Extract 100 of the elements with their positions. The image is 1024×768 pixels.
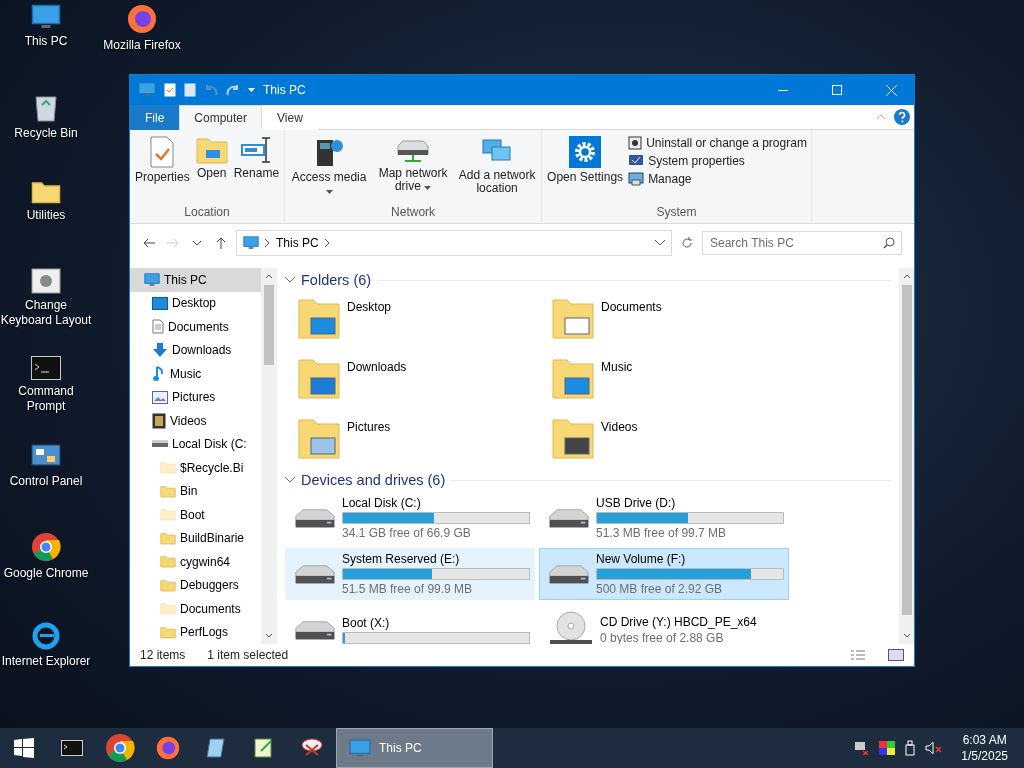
minimize-icon <box>778 89 788 91</box>
large-icons-view-icon[interactable] <box>888 649 904 661</box>
speaker-muted-icon[interactable] <box>925 741 944 755</box>
folder-tile[interactable]: Pictures <box>285 412 539 472</box>
ribbon-tab[interactable]: File <box>130 105 180 130</box>
undo-icon <box>204 84 218 96</box>
tree-item[interactable]: Documents <box>130 315 261 339</box>
tree-item[interactable]: Documents <box>130 597 261 621</box>
folder-icon <box>551 416 595 460</box>
drive-tile[interactable]: Boot (X:) <box>285 604 535 644</box>
tree-item[interactable]: Debuggers <box>130 573 261 597</box>
folder-tile[interactable]: Music <box>539 352 793 412</box>
close-icon <box>885 84 897 96</box>
folder-tile[interactable]: Videos <box>539 412 793 472</box>
drive-tile[interactable]: USB Drive (D:) 51.3 MB free of 99.7 MB <box>539 492 789 544</box>
chevron-icon <box>265 239 270 247</box>
collapse-icon[interactable] <box>285 277 295 283</box>
desktop-icon <box>152 296 168 310</box>
ribbon-button[interactable]: Rename <box>232 134 281 205</box>
maximize-icon <box>832 85 842 95</box>
drive-name: USB Drive (D:) <box>596 496 677 510</box>
clock[interactable]: 6:03 AM 1/5/2025 <box>953 732 1016 764</box>
computer-management-icon <box>628 172 645 186</box>
drive-name: New Volume (F:) <box>596 552 687 566</box>
taskbar-button[interactable]: This PC <box>336 728 493 768</box>
hard-drive-icon <box>294 618 336 642</box>
command-prompt-icon <box>61 740 83 756</box>
drive-name: Boot (X:) <box>342 616 391 630</box>
tree-item[interactable]: cygwin64 <box>130 550 261 574</box>
folder-tile[interactable]: Downloads <box>285 352 539 412</box>
collapse-icon[interactable] <box>285 477 295 483</box>
ribbon-button[interactable]: Access media <box>289 134 370 205</box>
hard-drive-icon <box>152 440 168 449</box>
ribbon-button[interactable]: System properties <box>628 154 807 168</box>
scrollbar[interactable] <box>899 268 914 644</box>
folder-icon <box>297 356 341 400</box>
tree-item[interactable]: Desktop <box>130 291 261 315</box>
tree-item[interactable]: This PC <box>130 268 261 292</box>
chevron-icon <box>324 239 330 247</box>
ribbon-button[interactable]: Manage <box>628 172 807 186</box>
scrollbar[interactable] <box>261 268 276 644</box>
picture-icon <box>152 390 168 404</box>
document-check-icon <box>148 136 177 168</box>
notepad-icon <box>205 737 227 759</box>
tree-item[interactable]: Local Disk (C: <box>130 432 261 456</box>
program-box-icon <box>628 136 643 150</box>
desktop-icon-label[interactable]: Control Panel <box>9 474 83 489</box>
ribbon-group-label: Location <box>183 205 231 221</box>
desktop-icon-label[interactable]: Utilities <box>26 208 66 223</box>
folder-icon <box>195 136 228 164</box>
desktop-icon-label[interactable]: This PC <box>24 33 68 49</box>
folder-tile[interactable]: Desktop <box>285 292 539 352</box>
new-folder-icon <box>184 83 196 97</box>
ribbon-button[interactable]: Properties <box>134 134 191 205</box>
firefox-icon <box>127 4 157 34</box>
desktop-icon-label[interactable]: Google Chrome <box>3 566 89 581</box>
scrollbar-thumb[interactable] <box>263 285 274 365</box>
drive-tile[interactable]: Local Disk (C:) 34.1 GB free of 66.9 GB <box>285 492 535 544</box>
desktop-icon-label[interactable]: Internet Explorer <box>1 654 91 669</box>
tree-item[interactable]: $Recycle.Bi <box>130 456 261 480</box>
ribbon-button[interactable]: Add a network location <box>457 134 538 205</box>
search-icon <box>883 237 895 249</box>
usb-icon[interactable] <box>905 740 916 756</box>
desktop-icon-label[interactable]: Change Keyboard Layout <box>0 298 92 328</box>
tree-item[interactable]: Pictures <box>130 385 261 409</box>
drive-tile[interactable]: CD Drive (Y:) HBCD_PE_x64 0 bytes free of 2.88 GB <box>539 604 789 644</box>
address-bar[interactable]: This PC <box>236 230 672 256</box>
tree-item[interactable]: Boot <box>130 503 261 527</box>
drive-tile[interactable]: New Volume (F:) 500 MB free of 2.92 GB <box>539 548 789 600</box>
dropdown-icon[interactable] <box>655 240 665 246</box>
tree-item[interactable]: Bin <box>130 479 261 503</box>
tree-item[interactable]: PerfLogs <box>130 620 261 644</box>
desktop-icon-label[interactable]: Command Prompt <box>0 384 92 414</box>
drive-tile[interactable]: System Reserved (E:) 51.5 MB free of 99.9 MB <box>285 548 535 600</box>
scrollbar-thumb[interactable] <box>901 285 912 615</box>
network-icon[interactable] <box>853 741 870 755</box>
ribbon-button[interactable]: Uninstall or change a program <box>628 136 807 150</box>
folder-tile[interactable]: Documents <box>539 292 793 352</box>
folder-icon <box>551 296 595 340</box>
scissors-icon <box>300 737 324 759</box>
ribbon-group-label: Network <box>390 205 437 221</box>
internet-explorer-icon <box>31 620 61 650</box>
search-field[interactable]: Search This PC <box>702 231 902 255</box>
ribbon-button[interactable]: Map network drive <box>373 134 454 205</box>
tree-item[interactable]: Downloads <box>130 338 261 362</box>
free-space-text: 0 bytes free of 2.88 GB <box>600 631 725 644</box>
ribbon-button[interactable]: Open <box>194 134 229 205</box>
tree-item[interactable]: Music <box>130 362 261 386</box>
chrome-icon <box>31 532 61 562</box>
desktop-icon-label[interactable]: Mozilla Firefox <box>103 38 181 53</box>
dropdown-caret-icon <box>248 88 255 92</box>
color-display-icon[interactable] <box>879 741 896 755</box>
tree-item[interactable]: BuildBinarie <box>130 526 261 550</box>
chrome-icon <box>105 733 135 763</box>
ribbon-button[interactable]: Open Settings <box>546 134 625 205</box>
tree-item[interactable]: Videos <box>130 409 261 433</box>
ribbon-tab[interactable]: Computer <box>179 105 263 130</box>
desktop-icon-label[interactable]: Recycle Bin <box>14 126 78 141</box>
breadcrumb[interactable]: This PC <box>276 236 319 250</box>
drive-name: System Reserved (E:) <box>342 552 461 566</box>
